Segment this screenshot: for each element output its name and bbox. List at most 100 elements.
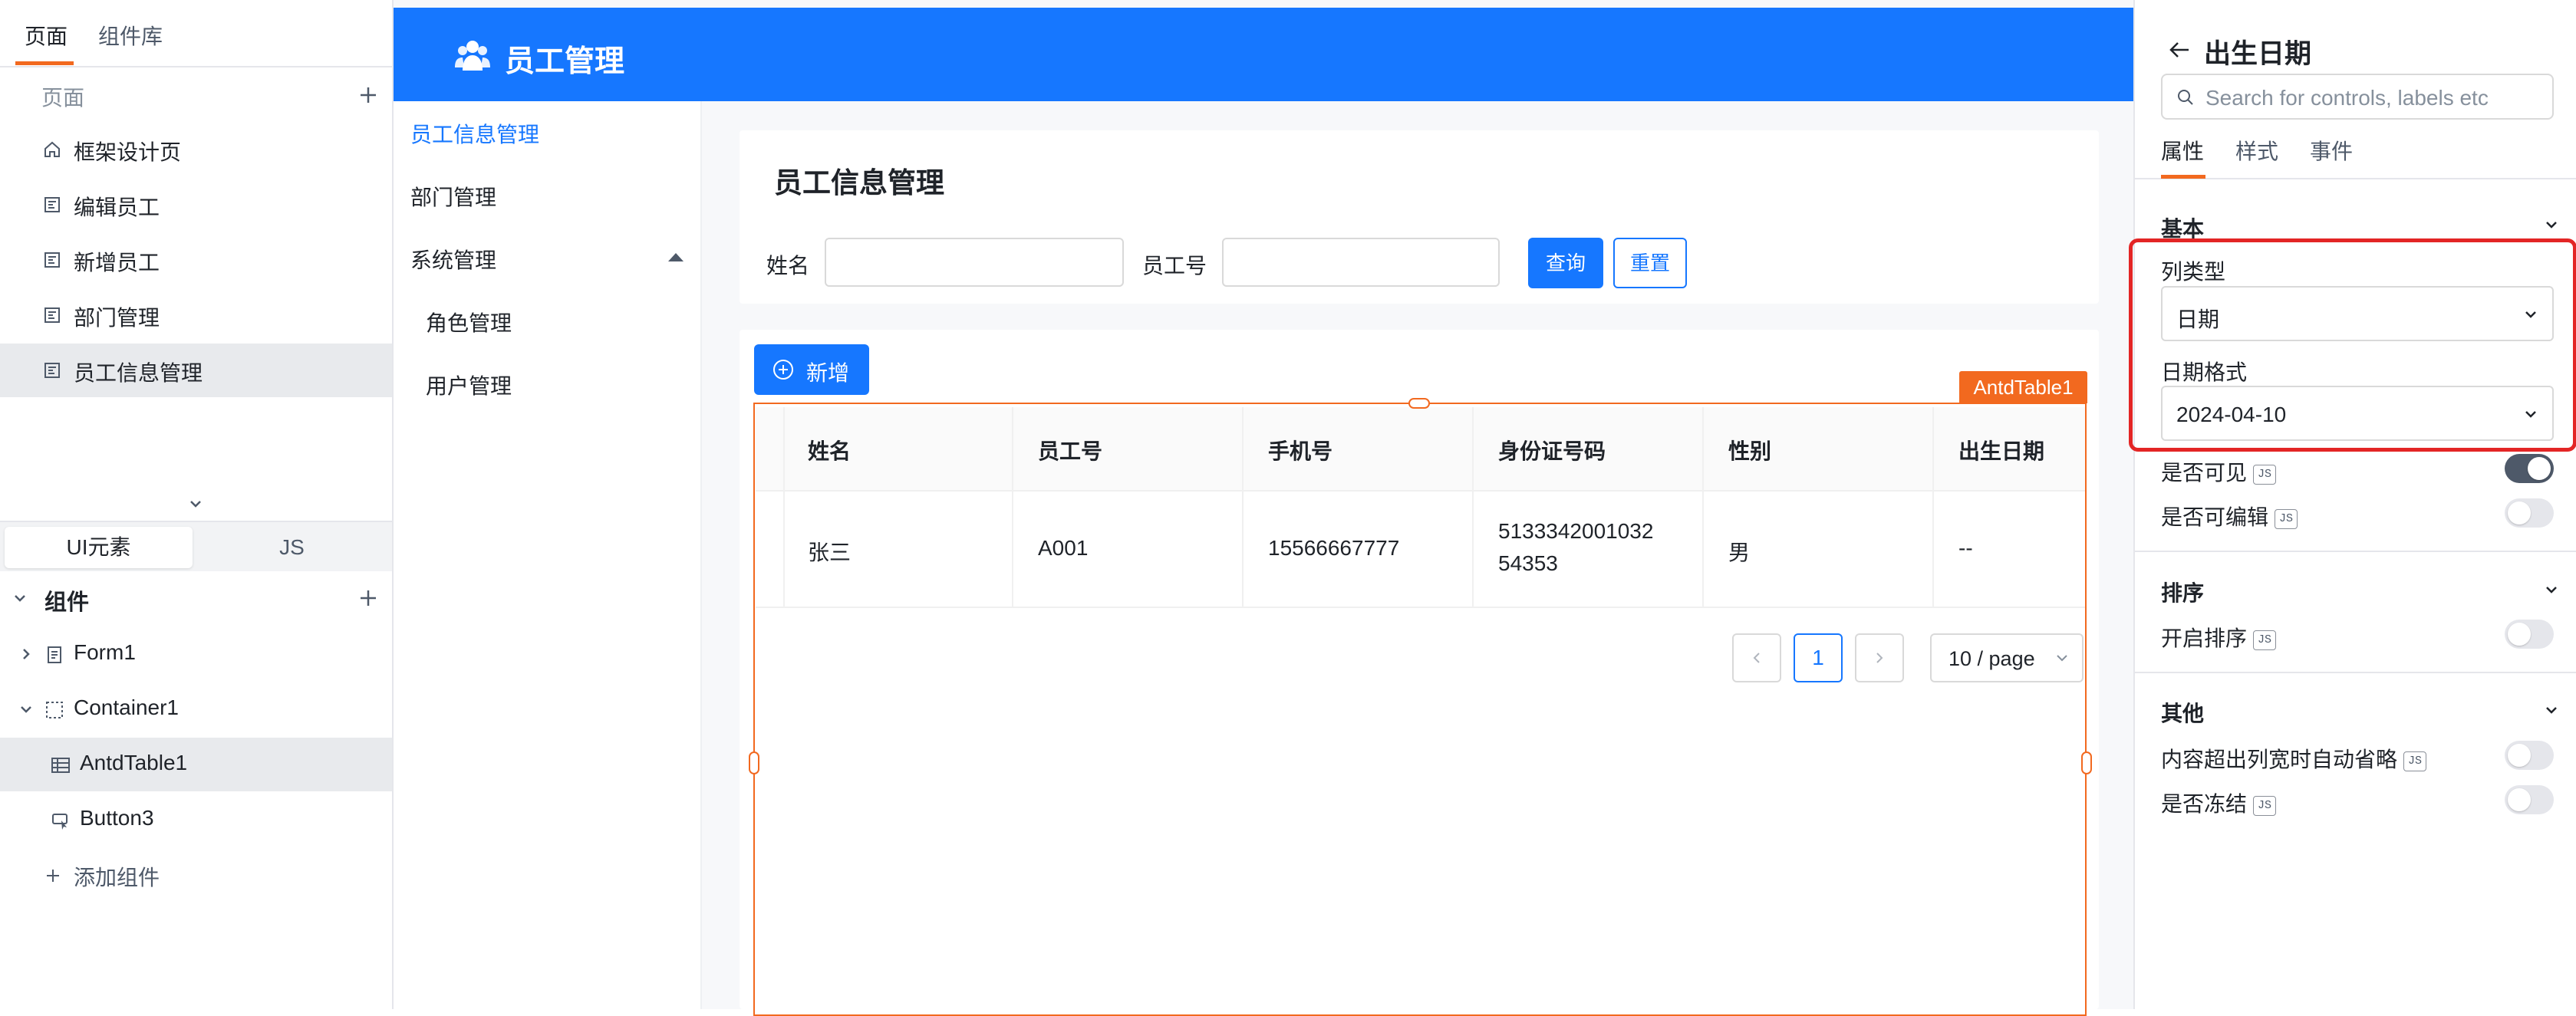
toggle-knob [2528,457,2551,480]
page-icon [44,252,60,268]
add-component-icon[interactable] [357,587,379,609]
properties-search-input[interactable]: Search for controls, labels etc [2161,74,2554,120]
left-panel: 页面 组件库 页面 框架设计页 编辑员工 新增员工 部门管理 员工信息管理 UI… [0,0,394,1009]
reset-button[interactable]: 重置 [1613,238,1687,288]
menu-roles[interactable]: 角色管理 [426,307,512,337]
page-item-label: 新增员工 [74,251,160,275]
sort-label-text: 开启排序 [2161,626,2248,650]
tree-item-form1[interactable]: Form1 [0,627,392,681]
properties-title: 出生日期 [2204,39,2312,69]
page-icon [44,197,60,212]
name-label: 姓名 [766,254,810,278]
plus-icon [47,870,59,882]
resize-handle-right[interactable] [2081,751,2092,774]
add-component-link[interactable]: 添加组件 [0,848,392,902]
page-icon [44,363,60,378]
chevron-down-icon[interactable] [2543,216,2560,233]
toggle-knob [2508,623,2531,646]
page-item-department[interactable]: 部门管理 [0,288,392,342]
tree-item-label: Form1 [74,640,136,664]
page-item-label: 部门管理 [74,306,160,330]
properties-tabs: 属性 样式 事件 [2135,132,2576,179]
explorer-segment: UI元素 JS [0,521,392,571]
page-icon [44,307,60,323]
chevron-down-icon[interactable] [2543,702,2560,718]
add-component-label: 添加组件 [74,866,160,889]
page-item-label: 编辑员工 [74,196,160,219]
tab-properties[interactable]: 属性 [2161,135,2204,166]
visible-toggle[interactable] [2505,454,2554,483]
toggle-knob [2508,501,2531,524]
chevron-right-icon[interactable] [18,646,34,662]
page-item-framework[interactable]: 框架设计页 [0,123,392,176]
freeze-label-text: 是否冻结 [2161,792,2248,816]
editable-toggle[interactable] [2505,498,2554,528]
add-button-label: 新增 [806,361,850,385]
chevron-down-icon[interactable] [187,495,204,512]
form-icon [48,646,61,663]
segment-ui-elements[interactable]: UI元素 [5,527,193,568]
menu-department[interactable]: 部门管理 [410,181,496,212]
segment-js[interactable]: JS [198,527,386,568]
search-icon [2178,90,2193,105]
chevron-down-icon[interactable] [12,590,28,606]
chevron-down-icon[interactable] [2543,581,2560,598]
page-item-edit-employee[interactable]: 编辑员工 [0,178,392,232]
js-toggle-badge[interactable]: JS [2275,508,2298,529]
add-button[interactable]: 新增 [754,344,869,395]
tree-item-label: Button3 [80,806,154,830]
tree-item-container1[interactable]: Container1 [0,682,392,736]
editable-label-text: 是否可编辑 [2161,505,2269,529]
group-other-title[interactable]: 其他 [2161,697,2204,728]
components-section-title: 组件 [44,590,90,615]
page-title: 员工信息管理 [774,167,944,199]
js-toggle-badge[interactable]: JS [2253,630,2277,650]
left-tabs: 页面 组件库 [0,0,392,67]
ellipsis-label-text: 内容超出列宽时自动省略 [2161,748,2398,771]
selected-component-tag[interactable]: AntdTable1 [1959,371,2087,403]
freeze-label: 是否冻结 JS [2161,787,2277,818]
js-toggle-badge[interactable]: JS [2253,464,2277,485]
tab-component-library[interactable]: 组件库 [98,20,163,51]
selected-component-frame [753,403,2087,1016]
page-item-label: 框架设计页 [74,140,182,164]
active-tab-indicator [15,61,74,65]
active-tab-indicator [2161,175,2205,179]
menu-employee-info[interactable]: 员工信息管理 [410,118,539,149]
back-arrow-icon[interactable] [2169,41,2190,59]
tree-item-button3[interactable]: Button3 [0,793,392,847]
plus-circle-icon [773,360,793,380]
home-icon [44,141,60,157]
group-divider [2135,672,2576,673]
tab-styles[interactable]: 样式 [2235,135,2278,166]
tree-item-antdtable1[interactable]: AntdTable1 [0,738,392,791]
table-icon [51,758,70,773]
caret-up-icon[interactable] [667,251,685,263]
toggle-knob [2508,744,2531,767]
tab-events[interactable]: 事件 [2310,135,2353,166]
chevron-down-icon[interactable] [18,702,34,717]
page-item-employee-info[interactable]: 员工信息管理 [0,344,392,397]
team-icon [455,41,490,71]
add-page-icon[interactable] [357,84,379,106]
ellipsis-toggle[interactable] [2505,741,2554,770]
empno-label: 员工号 [1142,254,1207,278]
sort-toggle[interactable] [2505,620,2554,649]
menu-users[interactable]: 用户管理 [426,370,512,400]
freeze-toggle[interactable] [2505,785,2554,814]
page-item-new-employee[interactable]: 新增员工 [0,233,392,287]
resize-handle-left[interactable] [749,751,759,774]
toggle-knob [2508,788,2531,811]
query-button[interactable]: 查询 [1528,238,1603,288]
group-sort-title[interactable]: 排序 [2161,577,2204,607]
editable-label: 是否可编辑 JS [2161,501,2298,531]
js-toggle-badge[interactable]: JS [2253,795,2277,816]
empno-input[interactable] [1222,238,1500,287]
name-input[interactable] [825,238,1124,287]
visible-label-text: 是否可见 [2161,461,2248,485]
tab-pages[interactable]: 页面 [25,20,68,51]
js-toggle-badge[interactable]: JS [2403,751,2427,771]
pages-section-title: 页面 [41,86,85,110]
menu-system[interactable]: 系统管理 [410,244,496,275]
resize-handle-top[interactable] [1408,398,1430,409]
